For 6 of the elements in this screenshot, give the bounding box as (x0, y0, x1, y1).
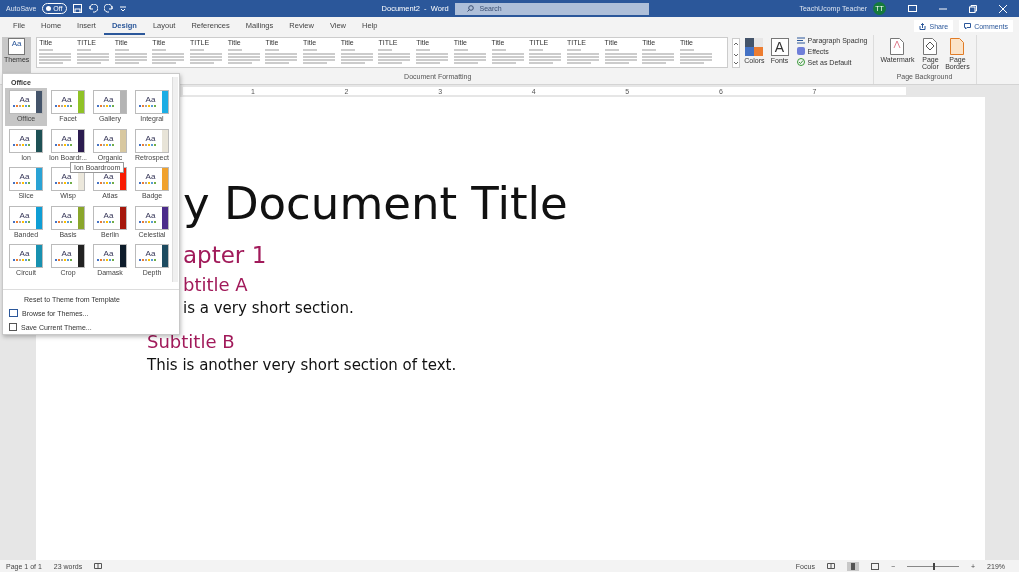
body-paragraph: This is another very short section of text. (147, 356, 458, 374)
body-paragraph: is a very short section. (183, 299, 355, 317)
subtitle-heading: Subtitle B (147, 331, 236, 352)
document-title: y Document Title (183, 176, 569, 232)
subtitle-heading: btitle A (183, 274, 249, 295)
chapter-heading: apter 1 (183, 242, 268, 268)
